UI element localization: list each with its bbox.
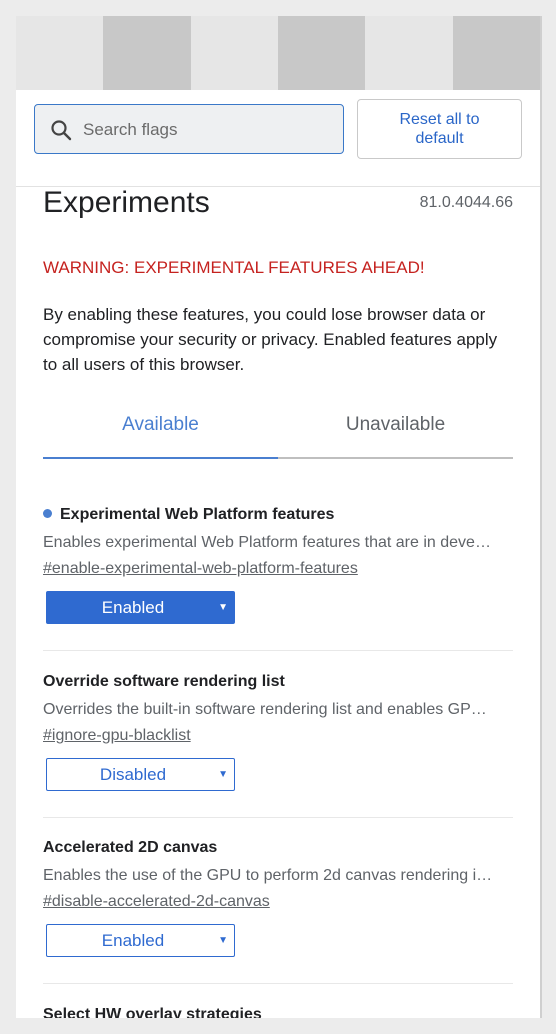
search-header: Reset all to default: [16, 90, 540, 187]
feature-experimental-web-platform: Experimental Web Platform features Enabl…: [43, 506, 513, 624]
select-value: Enabled: [101, 598, 165, 617]
feature-title: Override software rendering list: [43, 673, 285, 690]
warning-text: WARNING: EXPERIMENTAL FEATURES AHEAD!: [43, 258, 425, 277]
search-input[interactable]: [81, 114, 335, 146]
reset-all-button[interactable]: Reset all to default: [357, 99, 522, 159]
select-value: Disabled: [99, 765, 167, 784]
feature-title: Experimental Web Platform features: [60, 506, 335, 523]
top-chrome-placeholder: [16, 16, 540, 90]
feature-state-select[interactable]: Disabled ▼: [46, 758, 235, 791]
select-value: Enabled: [101, 931, 165, 950]
feature-accelerated-2d-canvas: Accelerated 2D canvas Enables the use of…: [43, 839, 513, 957]
version-label: 81.0.4044.66: [419, 194, 513, 211]
feature-state-select[interactable]: Enabled ▼: [46, 924, 235, 957]
tab-divider: [278, 457, 513, 459]
separator: [43, 650, 513, 651]
triangle-down-icon: ▼: [218, 769, 228, 780]
feature-state-select[interactable]: Enabled ▼: [46, 591, 235, 624]
feature-link[interactable]: #enable-experimental-web-platform-featur…: [43, 560, 513, 578]
separator: [43, 817, 513, 818]
feature-description: Enables experimental Web Platform featur…: [43, 534, 491, 551]
feature-description: Overrides the built-in software renderin…: [43, 701, 487, 718]
browser-page: Reset all to default Experiments 81.0.40…: [16, 16, 542, 1018]
intro-text: By enabling these features, you could lo…: [43, 305, 498, 374]
page-title: Experiments: [43, 186, 210, 219]
tab-bar: Available Unavailable: [43, 402, 513, 460]
triangle-down-icon: ▼: [218, 602, 228, 613]
feature-title: Select HW overlay strategies: [43, 1006, 262, 1018]
feature-link[interactable]: #disable-accelerated-2d-canvas: [43, 893, 513, 911]
feature-override-software-rendering: Override software rendering list Overrid…: [43, 673, 513, 791]
tab-unavailable[interactable]: Unavailable: [278, 414, 513, 436]
search-box[interactable]: [34, 104, 344, 154]
modified-dot-icon: [43, 509, 52, 518]
feature-title: Accelerated 2D canvas: [43, 839, 218, 856]
separator: [43, 983, 513, 984]
tab-available[interactable]: Available: [43, 414, 278, 436]
main-content: Experiments 81.0.4044.66 WARNING: EXPERI…: [43, 186, 513, 1018]
feature-select-hw-overlay: Select HW overlay strategies: [43, 1006, 513, 1018]
feature-link[interactable]: #ignore-gpu-blacklist: [43, 727, 513, 745]
feature-description: Enables the use of the GPU to perform 2d…: [43, 867, 493, 884]
tab-active-indicator: [43, 457, 278, 459]
search-icon: [51, 120, 72, 141]
triangle-down-icon: ▼: [218, 935, 228, 946]
